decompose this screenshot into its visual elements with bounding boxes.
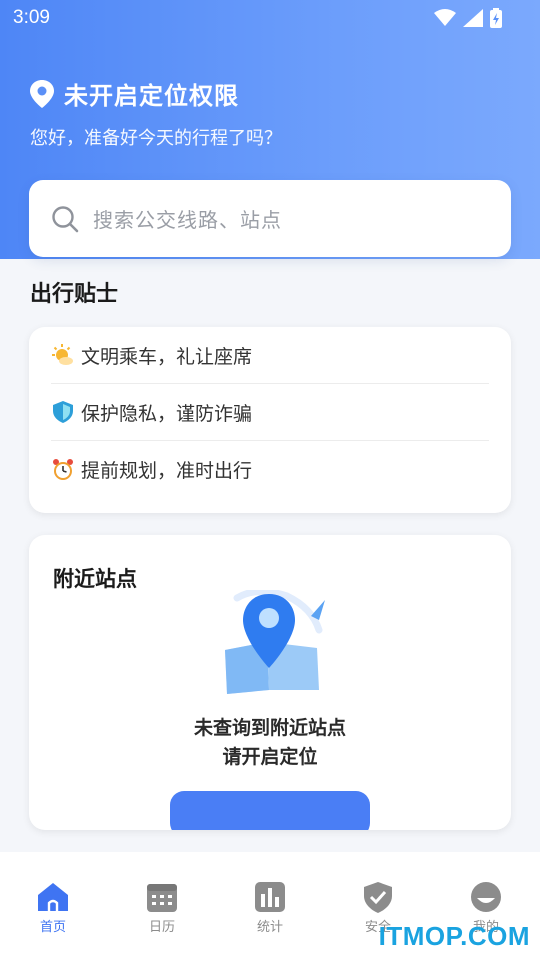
tab-label: 首页 <box>39 920 66 935</box>
battery-icon <box>490 8 502 28</box>
empty-state-text: 未查询到附近站点 <box>193 717 346 739</box>
nearby-stations-card: 附近站点 未查询到附近站点 请开启定位 <box>29 535 511 830</box>
nearby-stations-title: 附近站点 <box>53 567 137 591</box>
tip-text: 文明乘车，礼让座席 <box>81 345 253 368</box>
profile-icon <box>471 882 501 912</box>
cellular-signal-icon <box>463 9 483 27</box>
tip-text: 保护隐私，谨防诈骗 <box>81 402 253 425</box>
tab-home[interactable]: 首页 <box>23 880 83 935</box>
search-icon <box>52 205 79 232</box>
status-icons <box>434 8 502 28</box>
location-permission-title: 未开启定位权限 <box>64 82 239 110</box>
enable-location-button[interactable] <box>170 791 370 830</box>
home-icon <box>38 883 68 911</box>
tab-label: 日历 <box>148 920 175 935</box>
bar-chart-icon <box>255 882 285 912</box>
tab-calendar[interactable]: 日历 <box>132 880 192 935</box>
search-input[interactable]: 搜索公交线路、站点 <box>93 204 282 233</box>
status-time: 3:09 <box>13 7 50 28</box>
tips-card: 文明乘车，礼让座席 保护隐私，谨防诈骗 提前规划，准时出行 <box>29 327 511 513</box>
tip-item: 提前规划，准时出行 <box>51 441 489 498</box>
tip-item: 保护隐私，谨防诈骗 <box>51 384 489 441</box>
alarm-clock-icon <box>53 458 73 480</box>
tab-statistics[interactable]: 统计 <box>240 880 300 935</box>
search-bar[interactable]: 搜索公交线路、站点 <box>29 180 511 257</box>
greeting-text: 您好，准备好今天的行程了吗？ <box>30 128 282 149</box>
tab-label: 统计 <box>256 920 283 935</box>
tip-text: 提前规划，准时出行 <box>81 460 253 482</box>
shield-check-icon <box>364 882 392 913</box>
sun-emoji-icon <box>52 344 73 365</box>
tip-item: 文明乘车，礼让座席 <box>51 327 489 384</box>
shield-icon <box>53 401 73 423</box>
watermark: ITMOP.COM <box>378 921 530 951</box>
enable-location-prompt: 请开启定位 <box>222 746 318 768</box>
location-pin-icon <box>30 79 54 108</box>
status-bar: 3:09 <box>0 0 540 36</box>
wifi-icon <box>434 9 456 26</box>
calendar-icon <box>147 884 177 912</box>
location-status[interactable]: 未开启定位权限 <box>30 76 239 111</box>
tips-heading: 出行贴士 <box>30 282 119 307</box>
map-location-illustration-icon <box>225 590 325 694</box>
